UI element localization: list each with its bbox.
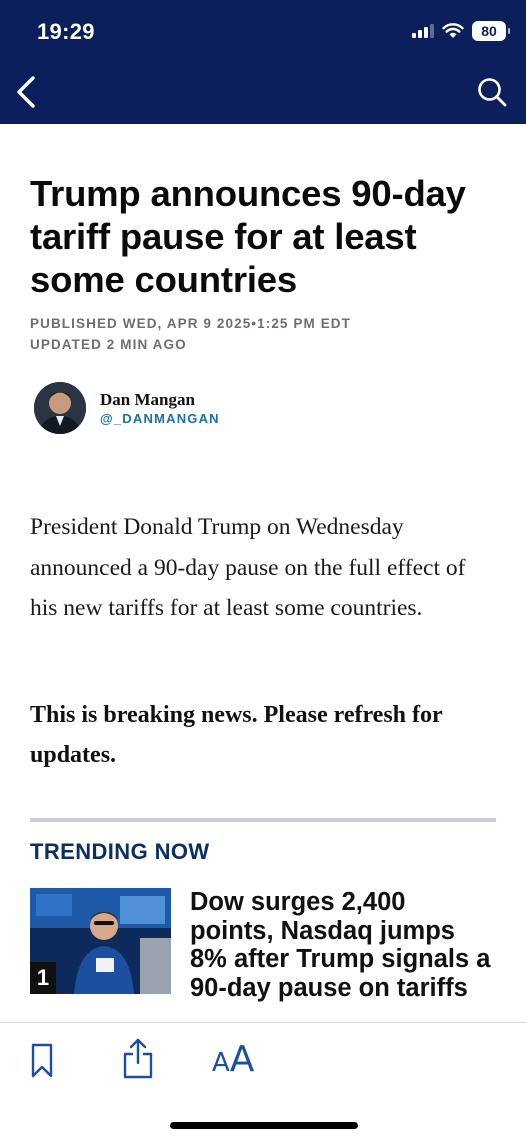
trending-headline[interactable]: Dow surges 2,400 points, Nasdaq jumps 8%… bbox=[190, 888, 496, 1002]
status-time: 19:29 bbox=[37, 19, 95, 44]
top-app-bar: 19:29 80 bbox=[0, 0, 526, 124]
author-byline: Dan Mangan @_DANMANGAN bbox=[34, 382, 220, 434]
trending-rank: 1 bbox=[30, 962, 56, 994]
author-handle[interactable]: @_DANMANGAN bbox=[100, 411, 220, 426]
search-button[interactable] bbox=[476, 76, 508, 108]
author-name[interactable]: Dan Mangan bbox=[100, 390, 220, 410]
text-size-button[interactable]: AA bbox=[212, 1039, 254, 1080]
trending-item[interactable]: 1 Dow surges 2,400 points, Nasdaq jumps … bbox=[30, 888, 496, 1022]
text-size-small-label: A bbox=[212, 1048, 230, 1078]
trending-section-title: TRENDING NOW bbox=[30, 839, 210, 864]
bookmark-icon bbox=[31, 1043, 53, 1078]
section-divider bbox=[30, 818, 496, 822]
author-avatar[interactable] bbox=[34, 382, 86, 434]
battery-indicator: 80 bbox=[472, 21, 510, 41]
article-body: President Donald Trump on Wednesday anno… bbox=[30, 514, 466, 621]
search-icon bbox=[478, 78, 507, 107]
share-button[interactable] bbox=[122, 1037, 154, 1079]
published-date: PUBLISHED WED, APR 9 2025•1:25 PM EDT bbox=[30, 316, 351, 331]
breaking-news-notice: This is breaking news. Please refresh fo… bbox=[30, 702, 443, 768]
article-headline: Trump announces 90-day tariff pause for … bbox=[30, 173, 466, 300]
bookmark-button[interactable] bbox=[30, 1043, 54, 1079]
home-indicator[interactable] bbox=[170, 1122, 358, 1129]
chevron-left-icon bbox=[17, 76, 35, 108]
wifi-icon bbox=[442, 23, 464, 38]
back-button[interactable] bbox=[10, 70, 44, 114]
updated-time: UPDATED 2 MIN AGO bbox=[30, 337, 187, 352]
text-size-big-label: A bbox=[229, 1039, 255, 1080]
article-meta: PUBLISHED WED, APR 9 2025•1:25 PM EDT UP… bbox=[30, 313, 351, 355]
signal-icon bbox=[412, 24, 434, 38]
trending-thumbnail: 1 bbox=[30, 888, 171, 994]
share-icon bbox=[123, 1038, 153, 1079]
status-indicators: 80 bbox=[412, 21, 510, 41]
